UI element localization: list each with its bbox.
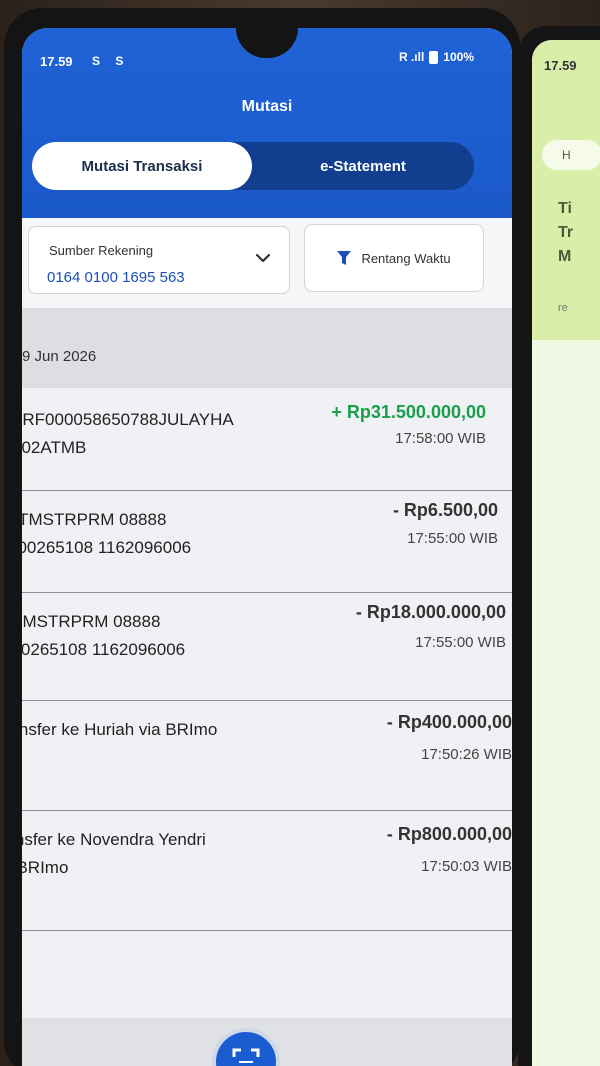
transaction-line-1: ATMSTRPRM 08888 [22, 510, 167, 529]
transaction-line-2: 002ATMB [22, 438, 87, 457]
notification-icons: S S [92, 54, 130, 68]
phone-screen: 17.59 S S R .ıll 100% Mutasi Mutasi Tran… [22, 28, 512, 1066]
second-phone-screen: 17.59 H Ti Tr M re [532, 40, 600, 1066]
second-phone-text-1: Ti [558, 200, 572, 217]
transaction-line-1: Transfer ke Novendra Yendri [22, 830, 206, 849]
transaction-line-1: TRF000058650788JULAYHA [22, 410, 234, 429]
row-divider [22, 930, 512, 931]
network-indicator: R .ıll [398, 50, 425, 64]
transaction-amount: - Rp6.500,00 [392, 500, 498, 520]
transaction-time: 17:55:00 WIB [407, 530, 498, 547]
date-section-header: 9 Jun 2026 [22, 308, 512, 388]
transaction-line-1: Transfer ke Huriah via BRImo [22, 720, 218, 739]
transaction-amount: - Rp18.000.000,00 [355, 602, 506, 622]
transaction-amount: - Rp400.000,00 [386, 712, 512, 732]
second-phone-time: 17.59 [544, 58, 577, 73]
second-phone-text-3: M [558, 248, 572, 265]
filter-icon [337, 251, 352, 265]
second-phone-text-2: Tr [558, 224, 574, 241]
battery-icon [429, 50, 439, 64]
row-divider [22, 810, 512, 811]
second-phone-pill: H [542, 140, 600, 170]
transaction-description: Transfer ke Novendra Yendri via BRImo [22, 826, 280, 882]
transaction-amount: + Rp31.500.000,00 [331, 402, 486, 422]
transaction-time: 17:58:00 WIB [395, 430, 486, 447]
status-time: 17.59 [40, 54, 73, 69]
second-phone: 17.59 H Ti Tr M re [518, 26, 600, 1066]
qris-scan-icon [232, 1048, 260, 1063]
source-account-dropdown[interactable]: Sumber Rekening 0164 0100 1695 563 [28, 226, 290, 294]
transaction-line-2: 000265108 1162096006 [22, 538, 192, 557]
transaction-time: 17:50:03 WIB [421, 858, 512, 875]
transaction-description: TRF000058650788JULAYHA 002ATMB [22, 406, 302, 462]
date-range-button[interactable]: Rentang Waktu [304, 224, 484, 292]
transaction-line-2: via BRImo [22, 858, 69, 877]
tab-e-statement[interactable]: e-Statement [252, 142, 474, 190]
transaction-list: TRF000058650788JULAYHA 002ATMB + Rp31.50… [22, 388, 512, 1008]
source-account-label: Sumber Rekening [49, 243, 154, 258]
tab-mutasi-transaksi[interactable]: Mutasi Transaksi [32, 142, 252, 190]
tab-bar: Mutasi Transaksi e-Statement [32, 142, 474, 190]
transaction-description: Transfer ke Huriah via BRImo [22, 716, 284, 744]
transaction-time: 17:50:26 WIB [421, 746, 512, 763]
row-divider [22, 700, 512, 701]
chevron-down-icon [255, 253, 271, 263]
transaction-line-2: 000265108 1162096006 [22, 640, 186, 659]
date-range-label: Rentang Waktu [361, 250, 451, 266]
transaction-line-1: ATMSTRPRM 08888 [22, 612, 161, 631]
filter-bar: Sumber Rekening 0164 0100 1695 563 Renta… [22, 218, 512, 308]
transaction-time: 17:55:00 WIB [415, 634, 506, 651]
transaction-description: ATMSTRPRM 08888 000265108 1162096006 [22, 506, 298, 562]
second-phone-header [532, 40, 600, 340]
phone-frame: 17.59 S S R .ıll 100% Mutasi Mutasi Tran… [4, 8, 520, 1066]
page-title: Mutasi [241, 98, 293, 115]
source-account-value: 0164 0100 1695 563 [47, 269, 185, 286]
second-phone-small-text: re [558, 302, 568, 314]
status-right: R .ıll 100% [399, 50, 474, 64]
battery-level: 100% [443, 50, 474, 64]
row-divider [22, 490, 512, 491]
row-divider [22, 592, 512, 593]
transaction-amount: - Rp800.000,00 [386, 824, 512, 844]
transaction-description: ATMSTRPRM 08888 000265108 1162096006 [22, 608, 292, 664]
date-label: 9 Jun 2026 [22, 348, 97, 365]
